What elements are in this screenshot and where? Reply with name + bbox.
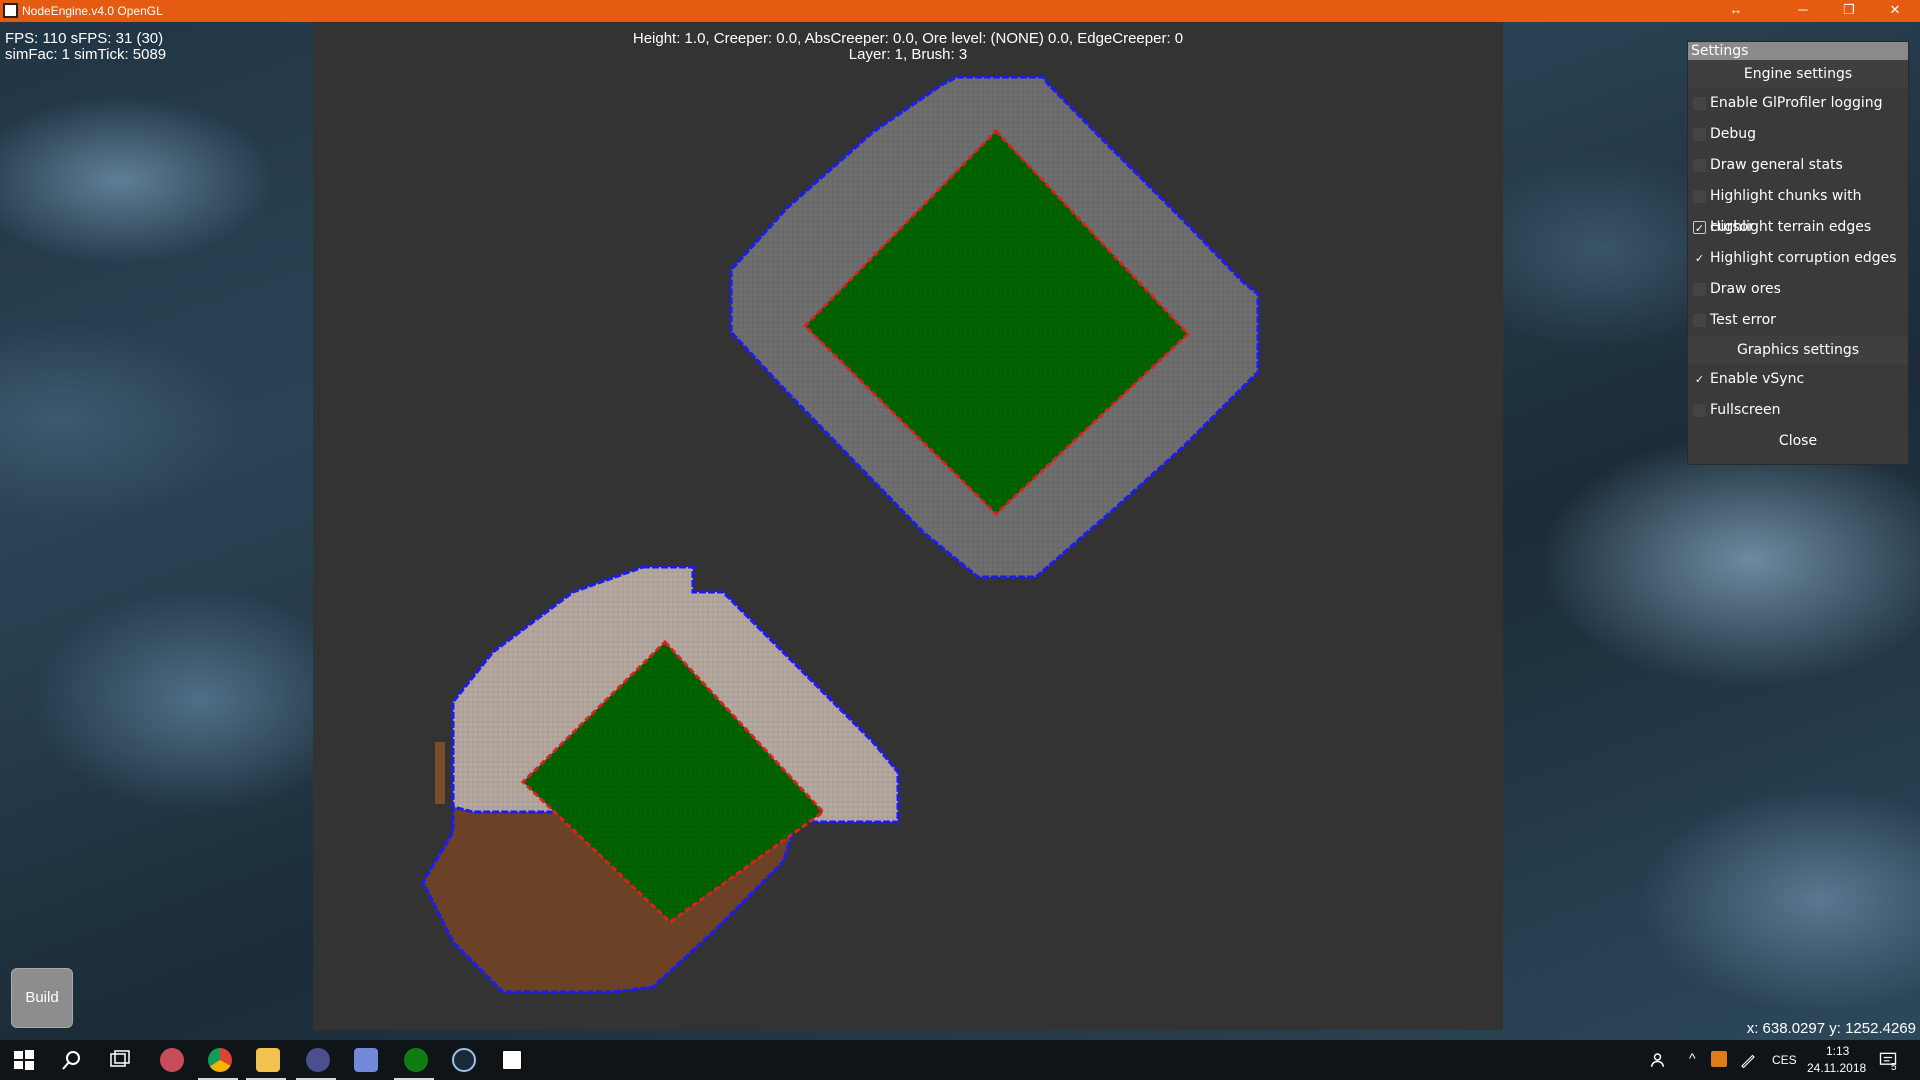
fps-readout: FPS: 110 sFPS: 31 (30): [5, 30, 164, 47]
taskbar: ^ CES 1:13 24.11.2018 5: [0, 1040, 1920, 1080]
resize-icon[interactable]: ↔: [1713, 0, 1759, 22]
setting-highlight-chunks[interactable]: Highlight chunks with cursor: [1688, 181, 1908, 235]
setting-test-error[interactable]: Test error: [1688, 305, 1908, 336]
setting-label: Enable vSync: [1710, 371, 1805, 387]
setting-label: Draw general stats: [1710, 157, 1843, 173]
lower-island: [421, 565, 900, 994]
xbox-icon[interactable]: [404, 1048, 428, 1072]
windows-start-icon[interactable]: [12, 1048, 36, 1072]
terrain-map[interactable]: [313, 22, 1503, 1030]
minimize-button[interactable]: ─: [1780, 0, 1826, 22]
performance-stats: FPS: 110 sFPS: 31 (30) simFac: 1 simTick…: [5, 31, 166, 63]
build-button[interactable]: Build: [11, 968, 73, 1028]
checkbox[interactable]: [1693, 97, 1706, 110]
pen-icon[interactable]: [1739, 1051, 1757, 1069]
game-viewport[interactable]: [313, 22, 1503, 1030]
chrome-icon[interactable]: [208, 1048, 232, 1072]
settings-title[interactable]: Settings: [1688, 42, 1908, 60]
setting-label: Fullscreen: [1710, 402, 1781, 418]
cursor-coordinates: x: 638.0297 y: 1252.4269: [1746, 1020, 1916, 1037]
setting-label: Highlight corruption edges: [1710, 250, 1897, 266]
checkmark-icon[interactable]: ✓: [1693, 252, 1706, 265]
window-title: NodeEngine.v4.0 OpenGL: [22, 4, 163, 18]
checkmark-icon[interactable]: ✓: [1693, 221, 1706, 235]
layer-brush-info: Layer: 1, Brush: 3: [848, 46, 968, 63]
cell-info: Height: 1.0, Creeper: 0.0, AbsCreeper: 0…: [313, 31, 1503, 63]
checkbox[interactable]: [1693, 314, 1706, 327]
app-icon[interactable]: [306, 1048, 330, 1072]
clock-date[interactable]: 24.11.2018: [1807, 1061, 1866, 1075]
setting-label: Test error: [1710, 312, 1776, 328]
setting-enable-vsync[interactable]: ✓ Enable vSync: [1688, 364, 1908, 395]
file-explorer-icon[interactable]: [256, 1048, 280, 1072]
setting-glprofiler-logging[interactable]: Enable GlProfiler logging: [1688, 88, 1908, 119]
people-icon[interactable]: [1650, 1051, 1668, 1069]
checkbox[interactable]: [1693, 404, 1706, 417]
language-indicator[interactable]: CES: [1772, 1053, 1797, 1067]
setting-label: Debug: [1710, 126, 1757, 142]
title-bar: NodeEngine.v4.0 OpenGL ↔ ─ ❐ ✕: [0, 0, 1920, 22]
restore-button[interactable]: ❐: [1826, 0, 1872, 22]
graphics-settings-header[interactable]: Graphics settings: [1688, 336, 1908, 364]
setting-highlight-terrain-edges[interactable]: ✓ Highlight terrain edges: [1688, 212, 1908, 243]
checkbox[interactable]: [1693, 190, 1706, 203]
setting-highlight-corruption-edges[interactable]: ✓ Highlight corruption edges: [1688, 243, 1908, 274]
chevron-up-icon[interactable]: ^: [1689, 1050, 1696, 1066]
setting-label: Enable GlProfiler logging: [1710, 95, 1883, 111]
search-icon[interactable]: [60, 1048, 84, 1072]
notifications-count: 5: [1891, 1062, 1897, 1073]
checkbox[interactable]: [1693, 159, 1706, 172]
close-window-button[interactable]: ✕: [1872, 0, 1918, 22]
checkbox[interactable]: [1693, 128, 1706, 141]
setting-label: Draw ores: [1710, 281, 1781, 297]
engine-settings-header[interactable]: Engine settings: [1688, 60, 1908, 88]
tray-app-icon[interactable]: [1711, 1051, 1727, 1067]
close-settings-button[interactable]: Close: [1688, 426, 1908, 457]
setting-label: Highlight terrain edges: [1710, 219, 1872, 235]
app-icon: [3, 3, 18, 18]
setting-draw-general-stats[interactable]: Draw general stats: [1688, 150, 1908, 181]
checkbox[interactable]: [1693, 283, 1706, 296]
setting-draw-ores[interactable]: Draw ores: [1688, 274, 1908, 305]
setting-fullscreen[interactable]: Fullscreen: [1688, 395, 1908, 426]
app-icon[interactable]: [160, 1048, 184, 1072]
steam-icon[interactable]: [452, 1048, 476, 1072]
task-view-icon[interactable]: [108, 1048, 132, 1072]
checkmark-icon[interactable]: ✓: [1693, 373, 1706, 386]
setting-debug[interactable]: Debug: [1688, 119, 1908, 150]
upper-island: [729, 75, 1260, 579]
settings-panel: Settings Engine settings Enable GlProfil…: [1687, 41, 1909, 465]
cell-info-line: Height: 1.0, Creeper: 0.0, AbsCreeper: 0…: [632, 30, 1184, 47]
discord-icon[interactable]: [354, 1048, 378, 1072]
sim-readout: simFac: 1 simTick: 5089: [5, 46, 167, 63]
nodeengine-icon[interactable]: [500, 1048, 524, 1072]
clock-time[interactable]: 1:13: [1826, 1044, 1849, 1058]
